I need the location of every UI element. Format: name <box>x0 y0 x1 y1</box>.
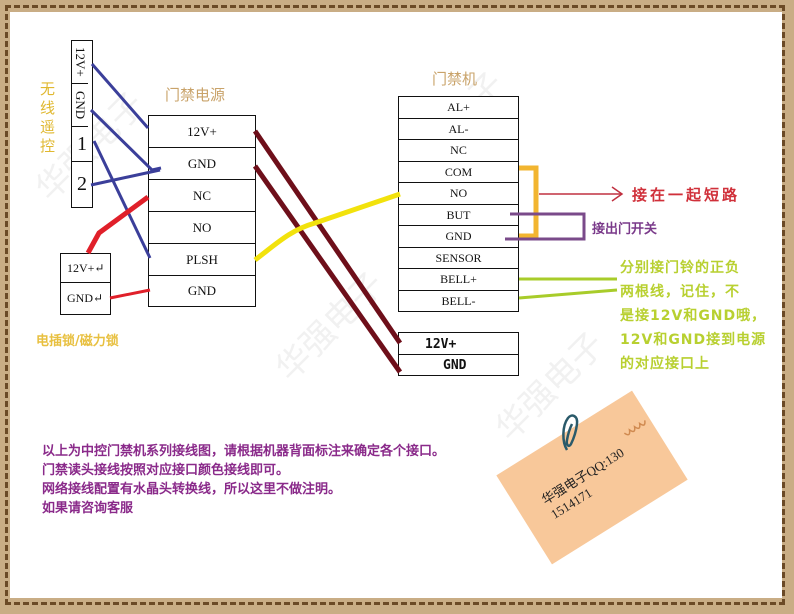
psu-terminal: NC <box>149 180 255 212</box>
controller-power-12v: 12V+ <box>399 333 518 355</box>
squiggle-icon <box>623 420 646 436</box>
bell-note-line: 是接12V和GND哦， <box>620 308 767 324</box>
short-circuit-note: 接在一起短路 <box>632 186 741 204</box>
controller-terminal-block: AL+ AL- NC COM NO BUT GND SENSOR BELL+ B… <box>398 96 519 312</box>
controller-power-gnd: GND <box>443 358 467 373</box>
remote-terminal-12v: 12V+ <box>72 41 88 84</box>
remote-title: 无线遥控 <box>40 80 56 155</box>
bell-note-line: 分别接门铃的正负 <box>620 260 740 276</box>
controller-terminal: COM <box>399 162 518 183</box>
remote-terminal-gnd: GND <box>72 84 88 127</box>
psu-terminal: GND <box>187 283 217 298</box>
remote-terminal-2: 2 <box>77 173 87 195</box>
controller-terminal: NC <box>399 140 518 162</box>
lock-terminal-gnd: GND↵ <box>67 291 104 305</box>
footer-note-line: 门禁读头接线按照对应接口颜色接线即可。 <box>42 463 290 478</box>
controller-terminal: GND <box>399 226 518 248</box>
bell-note: 分别接门铃的正负 两根线，记住，不 是接12V和GND哦， 12V和GND接到电… <box>620 256 766 376</box>
remote-terminal-1: 1 <box>72 127 92 162</box>
power-supply-terminal-block: 12V+ GND NC NO PLSH GND <box>148 115 256 307</box>
controller-terminal: NO <box>399 183 518 205</box>
exit-button-note: 接出门开关 <box>592 222 658 237</box>
lock-terminal-block: 12V+↵ GND↵ <box>60 253 111 315</box>
bell-note-line: 的对应接口上 <box>620 356 710 372</box>
controller-power-block: 12V+ GND <box>398 332 519 376</box>
footer-note-line: 网络接线配置有水晶头转换线，所以这里不做注明。 <box>42 482 342 497</box>
bell-note-line: 12V和GND接到电源 <box>620 332 767 348</box>
psu-terminal: 12V+ <box>149 116 255 148</box>
footer-notes: 以上为中控门禁机系列接线图，请根据机器背面标注来确定各个接口。 门禁读头接线按照… <box>42 442 445 518</box>
paperclip-icon <box>562 414 579 451</box>
controller-terminal: BELL+ <box>399 269 518 291</box>
controller-terminal: SENSOR <box>399 248 518 269</box>
footer-note-line: 以上为中控门禁机系列接线图，请根据机器背面标注来确定各个接口。 <box>42 444 446 459</box>
power-supply-title: 门禁电源 <box>165 86 226 104</box>
controller-terminal: AL+ <box>399 97 518 119</box>
controller-terminal: AL- <box>399 119 518 140</box>
psu-terminal: NO <box>149 212 255 244</box>
controller-terminal: BUT <box>399 205 518 226</box>
psu-terminal: GND <box>149 148 255 180</box>
controller-title: 门禁机 <box>432 70 478 88</box>
controller-terminal: BELL- <box>441 293 476 308</box>
lock-terminal-12v: 12V+↵ <box>61 254 110 283</box>
footer-note-line: 如果请咨询客服 <box>42 501 134 516</box>
remote-terminal-block: 12V+ GND 1 2 <box>71 40 93 208</box>
psu-terminal: PLSH <box>149 244 255 276</box>
bell-note-line: 两根线，记住，不 <box>620 284 740 300</box>
lock-title: 电插锁/磁力锁 <box>36 334 119 349</box>
